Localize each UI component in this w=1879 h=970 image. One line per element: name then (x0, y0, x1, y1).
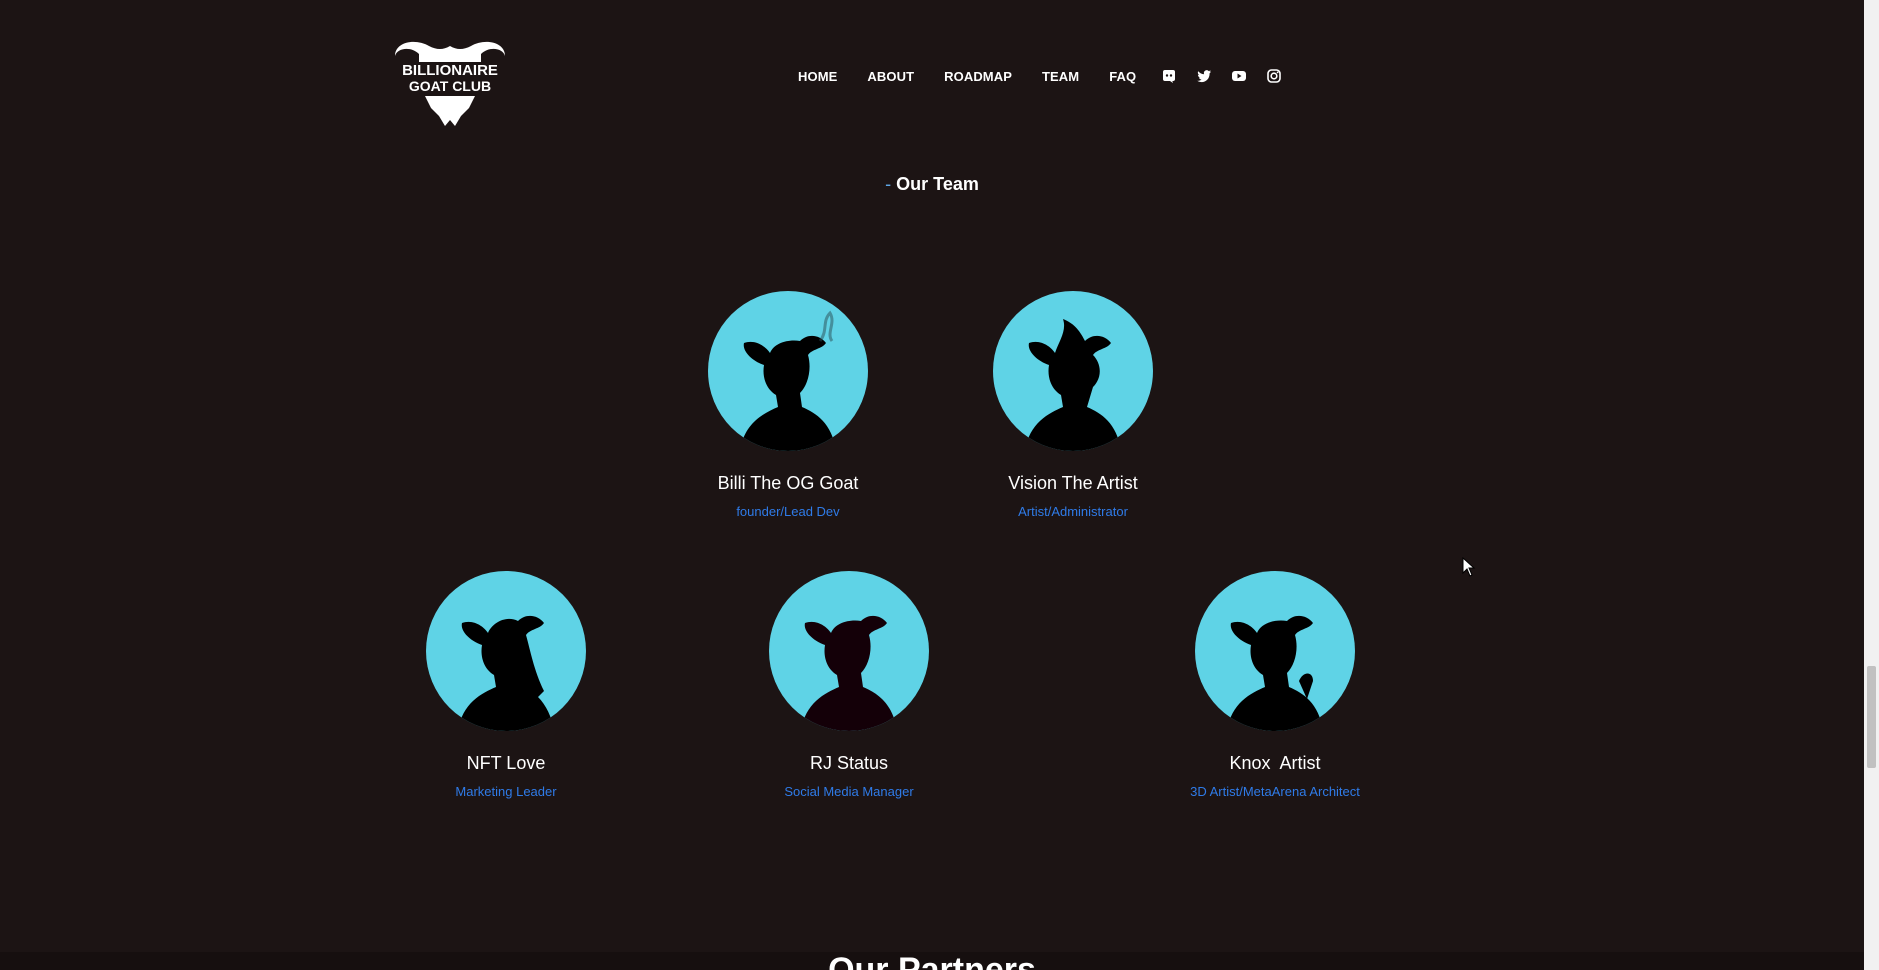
member-avatar (708, 291, 868, 451)
member-role: Marketing Leader (455, 784, 557, 799)
member-name: NFT Love (466, 753, 546, 773)
goat-silhouette-icon (458, 615, 554, 731)
member-role: Social Media Manager (784, 784, 914, 799)
member-name: Knox Artist (1229, 753, 1321, 773)
nav-roadmap-link[interactable]: ROADMAP (944, 69, 1012, 84)
scrollbar-thumb[interactable] (1867, 666, 1876, 768)
partners-section: Our Partners (0, 952, 1864, 970)
team-section-title: - Our Team (0, 174, 1864, 195)
team-member-card: Billi The OG Goat founder/Lead Dev (658, 291, 918, 519)
nav-home-link[interactable]: HOME (798, 69, 837, 84)
discord-icon[interactable] (1160, 67, 1178, 85)
member-avatar (1195, 571, 1355, 731)
team-member-card: Vision The Artist Artist/Administrator (943, 291, 1203, 519)
member-role: 3D Artist/MetaArena Architect (1190, 784, 1360, 799)
member-avatar (426, 571, 586, 731)
svg-text:BILLIONAIRE: BILLIONAIRE (402, 62, 498, 79)
partners-title: Our Partners (0, 952, 1864, 970)
goat-silhouette-icon (1227, 615, 1323, 731)
twitter-icon[interactable] (1195, 67, 1213, 85)
nav-faq-link[interactable]: FAQ (1109, 69, 1136, 84)
member-name: Billi The OG Goat (717, 473, 859, 493)
team-member-card: RJ Status Social Media Manager (719, 571, 979, 799)
page-scrollbar[interactable] (1864, 0, 1879, 970)
billionaire-goat-club-logo[interactable]: BILLIONAIRE GOAT CLUB (385, 36, 515, 128)
member-name: Vision The Artist (1008, 473, 1138, 493)
member-role: founder/Lead Dev (736, 504, 840, 519)
main-nav: HOME ABOUT ROADMAP TEAM FAQ (798, 66, 1300, 86)
member-avatar (769, 571, 929, 731)
goat-silhouette-icon (740, 310, 836, 451)
team-title-text: Our Team (896, 174, 979, 194)
team-member-card: Knox Artist 3D Artist/MetaArena Architec… (1145, 571, 1405, 799)
page: BILLIONAIRE GOAT CLUB HOME ABOUT ROADMAP… (0, 0, 1864, 970)
youtube-icon[interactable] (1230, 67, 1248, 85)
nav-about-link[interactable]: ABOUT (867, 69, 914, 84)
member-role: Artist/Administrator (1018, 504, 1128, 519)
goat-silhouette-icon (1025, 319, 1121, 451)
member-name: RJ Status (809, 753, 889, 773)
goat-silhouette-icon (801, 615, 897, 731)
team-member-card: NFT Love Marketing Leader (376, 571, 636, 799)
nav-team-link[interactable]: TEAM (1042, 69, 1079, 84)
svg-text:GOAT CLUB: GOAT CLUB (409, 78, 491, 94)
member-avatar (993, 291, 1153, 451)
instagram-icon[interactable] (1265, 67, 1283, 85)
goat-logo-icon: BILLIONAIRE GOAT CLUB (395, 41, 505, 126)
title-dash: - (885, 174, 892, 194)
mouse-cursor-icon (1462, 557, 1476, 577)
